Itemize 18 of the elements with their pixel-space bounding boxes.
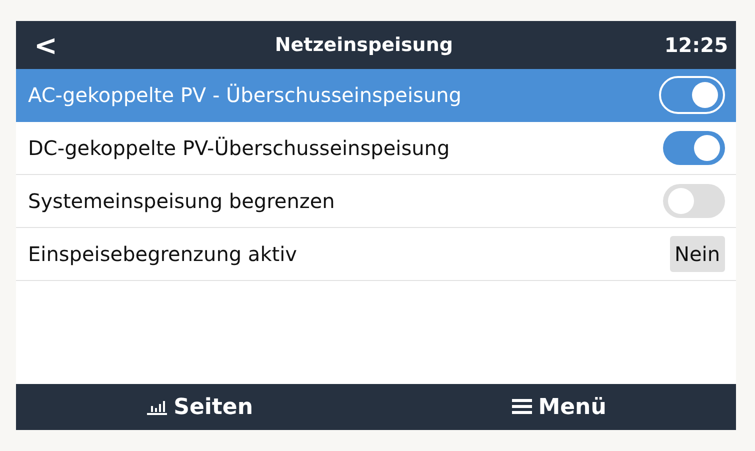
setting-label: AC-gekoppelte PV - Überschusseinspeisung: [28, 83, 462, 107]
pages-button[interactable]: Seiten: [142, 394, 258, 420]
toggle-switch[interactable]: [663, 184, 725, 218]
value-badge: Nein: [670, 236, 725, 272]
settings-row[interactable]: Einspeisebegrenzung aktiv Nein: [16, 228, 736, 281]
toggle-switch[interactable]: [659, 76, 725, 114]
setting-label: DC-gekoppelte PV-Überschusseinspeisung: [28, 136, 450, 160]
settings-row[interactable]: Systemeinspeisung begrenzen: [16, 175, 736, 228]
menu-button[interactable]: Menü: [508, 394, 610, 420]
settings-row[interactable]: DC-gekoppelte PV-Überschusseinspeisung: [16, 122, 736, 175]
clock-time: 12:25: [664, 33, 728, 57]
setting-label: Einspeisebegrenzung aktiv: [28, 242, 298, 266]
bar-chart-icon: [146, 398, 168, 416]
menu-icon: [512, 398, 532, 416]
back-button[interactable]: <: [28, 28, 64, 62]
toggle-switch[interactable]: [663, 131, 725, 165]
setting-label: Systemeinspeisung begrenzen: [28, 189, 335, 213]
page-title: Netzeinspeisung: [274, 34, 454, 56]
